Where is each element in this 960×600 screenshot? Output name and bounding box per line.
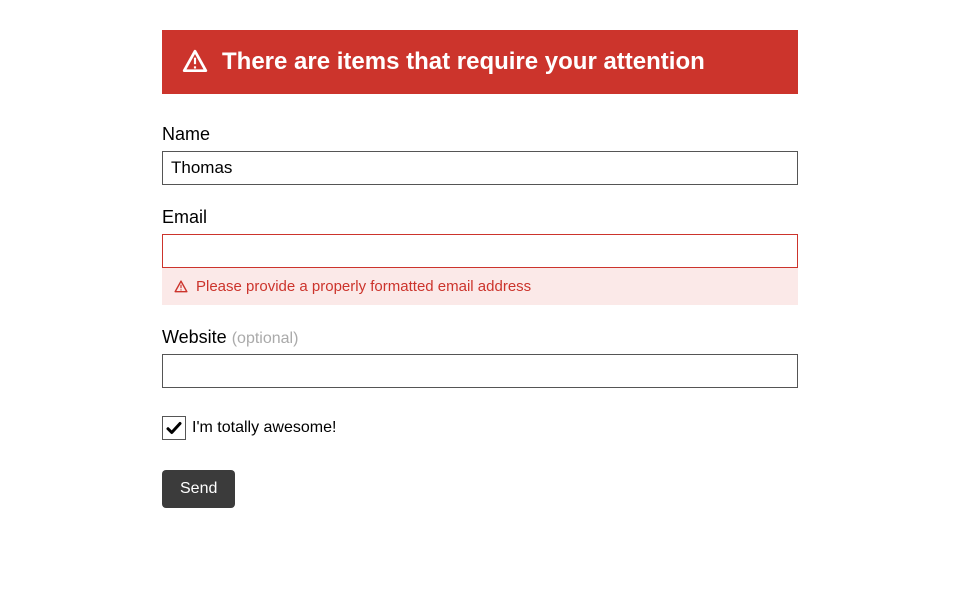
website-field-group: Website (optional) xyxy=(162,327,798,388)
email-label: Email xyxy=(162,207,798,228)
name-label: Name xyxy=(162,124,798,145)
website-optional-text: (optional) xyxy=(232,330,299,347)
warning-icon xyxy=(182,49,208,75)
website-label-text: Website xyxy=(162,327,227,347)
alert-banner: There are items that require your attent… xyxy=(162,30,798,94)
warning-icon xyxy=(174,280,188,294)
email-error-message: Please provide a properly formatted emai… xyxy=(162,268,798,305)
email-input[interactable] xyxy=(162,234,798,268)
email-error-text: Please provide a properly formatted emai… xyxy=(196,278,531,295)
name-field-group: Name xyxy=(162,124,798,185)
alert-message: There are items that require your attent… xyxy=(222,48,705,76)
website-input[interactable] xyxy=(162,354,798,388)
awesome-checkbox-row: I'm totally awesome! xyxy=(162,416,798,440)
email-field-group: Email Please provide a properly formatte… xyxy=(162,207,798,305)
awesome-checkbox[interactable] xyxy=(162,416,186,440)
name-input[interactable] xyxy=(162,151,798,185)
awesome-checkbox-label: I'm totally awesome! xyxy=(192,419,336,437)
send-button[interactable]: Send xyxy=(162,470,235,508)
check-icon xyxy=(165,419,183,437)
website-label: Website (optional) xyxy=(162,327,798,348)
